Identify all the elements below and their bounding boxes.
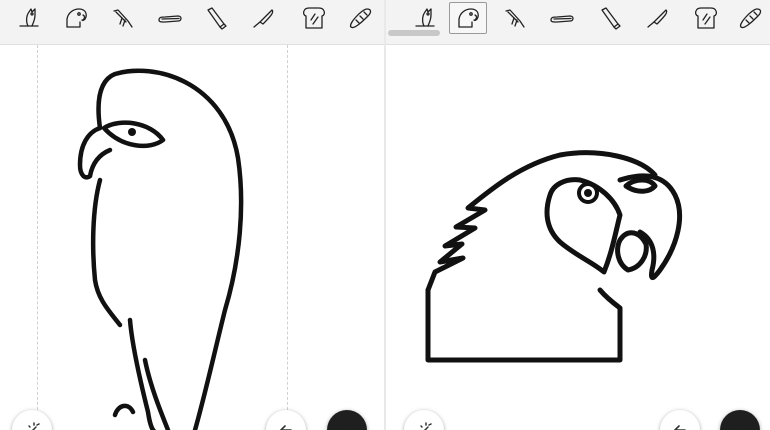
right-panel bbox=[386, 0, 770, 430]
left-panel bbox=[0, 0, 384, 430]
eagle-drawing bbox=[77, 68, 244, 430]
magic-wand-icon bbox=[28, 422, 40, 430]
bread-slice-icon[interactable] bbox=[688, 3, 724, 33]
parrot-icon[interactable] bbox=[449, 2, 487, 34]
sausage-icon[interactable] bbox=[152, 3, 188, 33]
toolbar bbox=[386, 0, 770, 45]
drawing-canvas[interactable] bbox=[0, 45, 384, 430]
bird-icon[interactable] bbox=[496, 3, 532, 33]
undo-icon bbox=[280, 425, 292, 430]
knife-icon[interactable] bbox=[640, 3, 676, 33]
owl-icon[interactable] bbox=[408, 3, 444, 33]
black-dot-icon bbox=[341, 424, 353, 430]
magic-wand-icon bbox=[420, 422, 432, 430]
black-dot-icon bbox=[734, 424, 746, 430]
parrot-drawing bbox=[425, 150, 683, 363]
bread-slice-icon[interactable] bbox=[296, 3, 332, 33]
tube-icon[interactable] bbox=[198, 3, 234, 33]
toolbar bbox=[0, 0, 384, 45]
owl-icon[interactable] bbox=[12, 3, 48, 33]
parrot-icon[interactable] bbox=[58, 3, 94, 33]
undo-icon bbox=[674, 425, 686, 430]
baguette-icon[interactable] bbox=[342, 3, 378, 33]
toolbar-scroll-indicator[interactable] bbox=[388, 30, 440, 36]
knife-icon[interactable] bbox=[246, 3, 282, 33]
tube-icon[interactable] bbox=[592, 3, 628, 33]
bird-icon[interactable] bbox=[104, 3, 140, 33]
drawing-canvas[interactable] bbox=[386, 45, 770, 430]
baguette-icon[interactable] bbox=[732, 3, 768, 33]
sausage-icon[interactable] bbox=[544, 3, 580, 33]
